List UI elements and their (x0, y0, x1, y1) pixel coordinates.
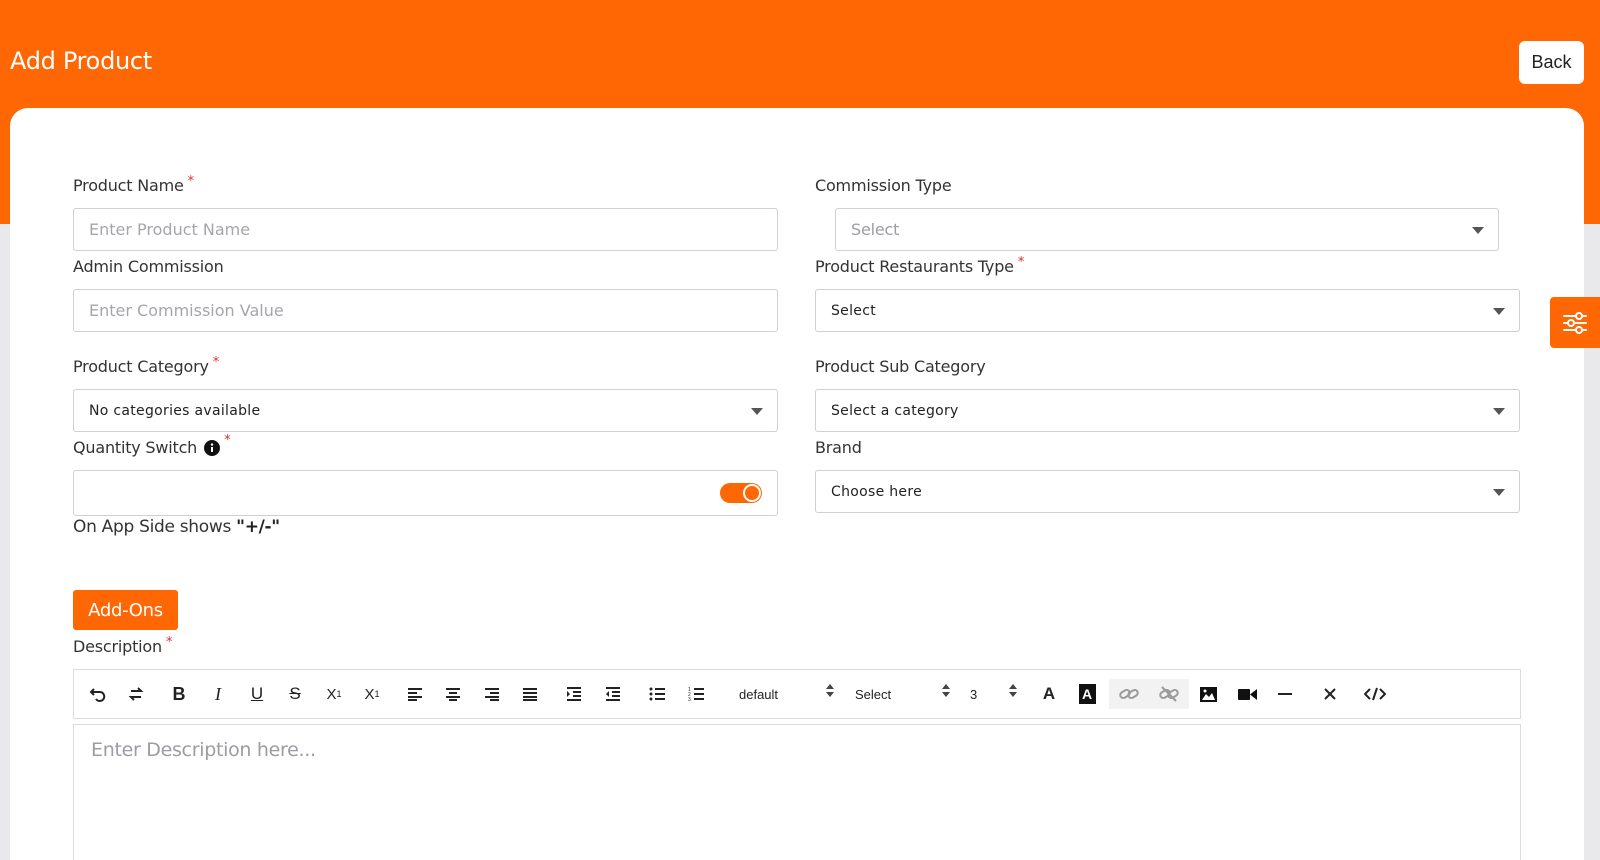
image-icon[interactable] (1196, 679, 1220, 709)
product-category-value: No categories available (89, 402, 261, 419)
block-format-updown-icon[interactable] (942, 684, 952, 704)
outdent-icon[interactable] (601, 679, 625, 709)
svg-text:3: 3 (688, 697, 691, 701)
sub-category-value: Select a category (831, 402, 959, 419)
link-icon[interactable] (1109, 679, 1149, 709)
add-ons-button[interactable]: Add-Ons (73, 590, 178, 630)
font-color-icon[interactable]: A (1037, 679, 1061, 709)
toggle-knob (743, 484, 761, 502)
restaurants-type-label: Product Restaurants Type * (815, 255, 1025, 276)
align-right-icon[interactable] (480, 679, 504, 709)
editor-toolbar: B I U S X1 X1 123 default Select 3 A A (73, 669, 1521, 719)
indent-icon[interactable] (562, 679, 586, 709)
font-family-select[interactable]: default (739, 679, 778, 709)
product-name-input[interactable] (89, 220, 777, 239)
admin-commission-label: Admin Commission (73, 257, 224, 276)
settings-sliders-icon (1563, 311, 1587, 334)
font-family-updown-icon[interactable] (826, 684, 836, 704)
video-icon[interactable] (1234, 679, 1260, 709)
settings-side-tab[interactable] (1550, 297, 1600, 348)
underline-icon[interactable]: U (245, 679, 269, 709)
superscript-icon[interactable]: X1 (359, 679, 385, 709)
product-category-select[interactable]: No categories available (73, 389, 778, 432)
info-icon[interactable] (204, 439, 221, 456)
font-size-updown-icon[interactable] (1009, 684, 1019, 704)
chevron-down-icon (751, 408, 763, 415)
redo-icon[interactable] (124, 679, 148, 709)
product-category-label: Product Category * (73, 355, 220, 376)
align-center-icon[interactable] (441, 679, 465, 709)
admin-commission-input[interactable] (89, 301, 777, 320)
commission-type-value: Select (851, 220, 900, 239)
description-editor[interactable]: Enter Description here... (73, 724, 1521, 860)
strikethrough-icon[interactable]: S (283, 679, 307, 709)
brand-label: Brand (815, 438, 862, 457)
subscript-icon[interactable]: X1 (321, 679, 347, 709)
admin-commission-field[interactable] (73, 289, 778, 332)
quantity-switch-toggle[interactable] (720, 483, 762, 503)
undo-icon[interactable] (86, 679, 110, 709)
back-button[interactable]: Back (1519, 41, 1584, 84)
align-left-icon[interactable] (403, 679, 427, 709)
chevron-down-icon (1472, 227, 1484, 234)
sub-category-select[interactable]: Select a category (815, 389, 1520, 432)
product-name-label: Product Name * (73, 174, 194, 195)
unlink-icon[interactable] (1149, 679, 1189, 709)
quantity-switch-hint: On App Side shows "+/-" (73, 517, 280, 537)
brand-value: Choose here (831, 483, 922, 500)
chevron-down-icon (1493, 308, 1505, 315)
restaurants-type-value: Select (831, 302, 876, 319)
restaurants-type-select[interactable]: Select (815, 289, 1520, 332)
chevron-down-icon (1493, 489, 1505, 496)
numbered-list-icon[interactable]: 123 (684, 679, 708, 709)
quantity-switch-label: Quantity Switch * (73, 433, 231, 457)
commission-type-select[interactable]: Select (835, 208, 1499, 251)
block-format-select[interactable]: Select (855, 679, 891, 709)
code-view-icon[interactable] (1361, 679, 1389, 709)
clear-format-icon[interactable] (1318, 679, 1342, 709)
italic-icon[interactable]: I (206, 679, 230, 709)
font-size-select[interactable]: 3 (970, 679, 977, 709)
page-title: Add Product (10, 47, 152, 75)
description-label: Description * (73, 635, 173, 656)
sub-category-label: Product Sub Category (815, 357, 986, 376)
commission-type-label: Commission Type (815, 176, 952, 195)
product-name-field[interactable] (73, 208, 778, 251)
highlight-color-icon[interactable]: A (1075, 679, 1099, 709)
quantity-switch-field (73, 470, 778, 516)
description-placeholder: Enter Description here... (91, 739, 316, 761)
horizontal-rule-icon[interactable] (1273, 679, 1297, 709)
bold-icon[interactable]: B (167, 679, 191, 709)
bullet-list-icon[interactable] (645, 679, 669, 709)
brand-select[interactable]: Choose here (815, 470, 1520, 513)
chevron-down-icon (1493, 408, 1505, 415)
align-justify-icon[interactable] (518, 679, 542, 709)
